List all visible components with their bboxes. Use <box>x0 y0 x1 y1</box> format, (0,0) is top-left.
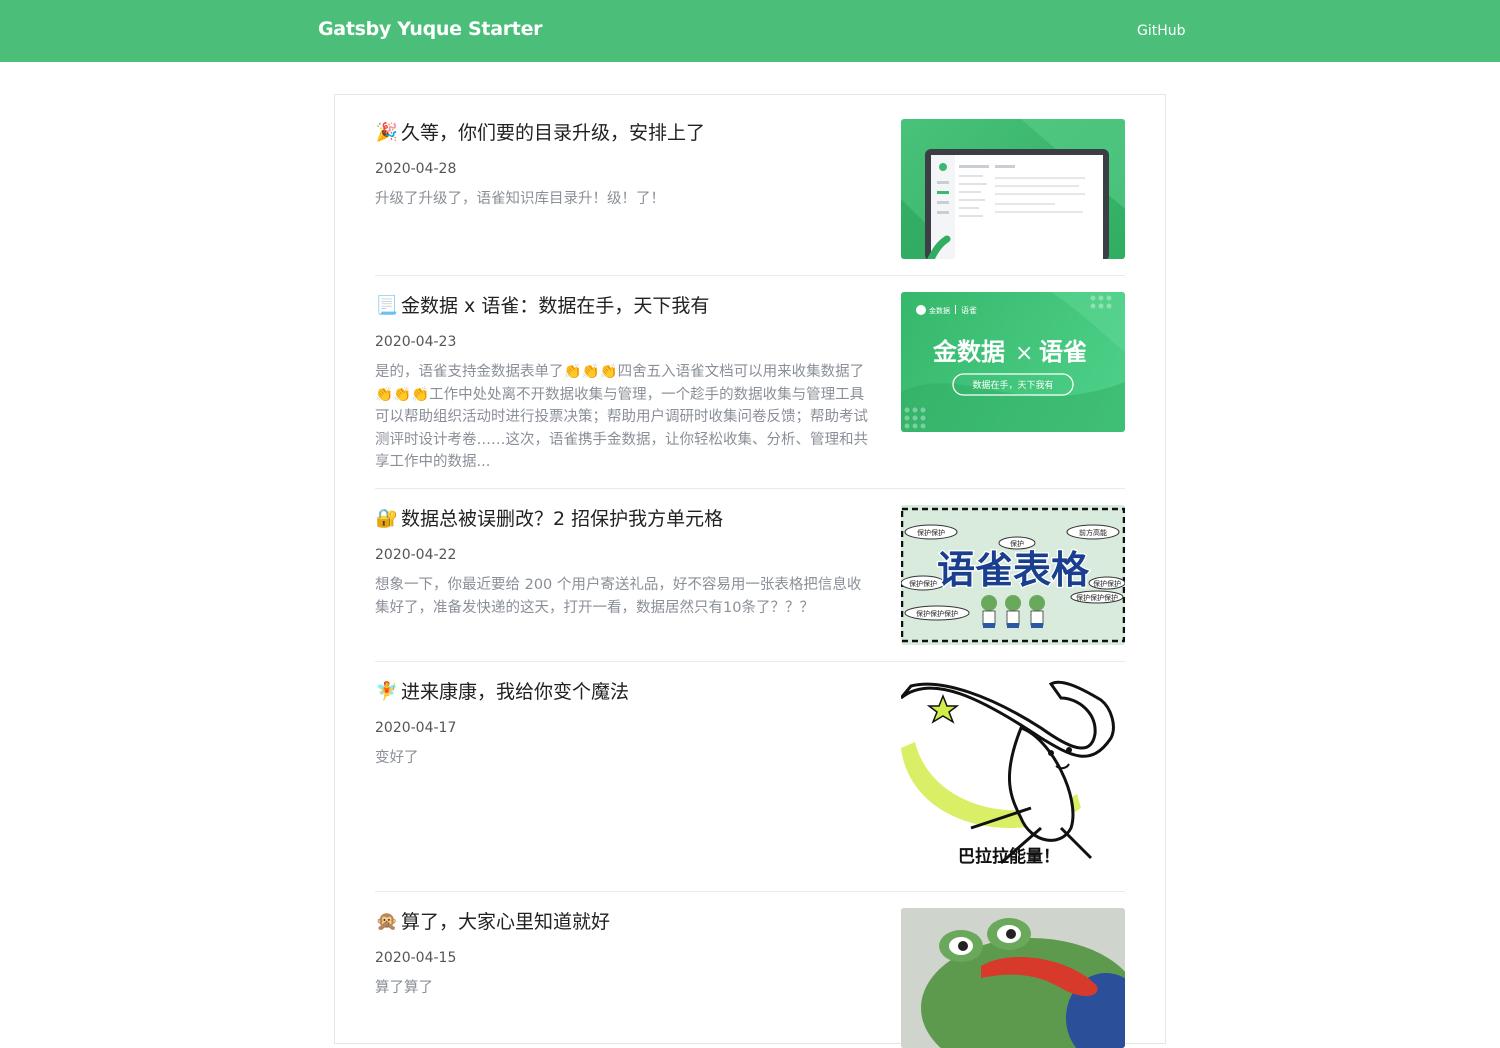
post-summary: 是的，语雀支持金数据表单了👏👏👏四舍五入语雀文档可以用来收集数据了👏👏👏工作中处… <box>375 364 868 470</box>
post-title[interactable]: 📃 金数据 x 语雀：数据在手，天下我有 <box>375 292 875 320</box>
post-title-text[interactable]: 算了，大家心里知道就好 <box>401 908 610 936</box>
post-summary: 算了算了 <box>375 980 433 996</box>
post-list-card: 🎉 久等，你们要的目录升级，安排上了 2020-04-28 升级了升级了，语雀知… <box>334 94 1166 1048</box>
banner-pill-text: 数据在手，天下我有 <box>972 379 1053 391</box>
post-summary: 变好了 <box>375 750 419 766</box>
banner-image: 金数据 语雀 金数据 × 语雀 数据在手，天下我有 <box>901 292 1125 432</box>
frog-figures <box>981 595 1045 628</box>
laptop-screenshot-image <box>901 119 1125 259</box>
post-thumbnail[interactable] <box>901 119 1125 259</box>
post-divider <box>375 488 1125 489</box>
banner-brand-left: 金数据 <box>929 306 950 315</box>
post-title-text[interactable]: 数据总被误删改？2 招保护我方单元格 <box>401 505 723 533</box>
post-date: 2020-04-15 <box>375 950 457 966</box>
top-navbar: Gatsby Yuque Starter GitHub <box>0 0 1500 62</box>
sheet-tag: 保护保护 <box>909 579 937 588</box>
post-date: 2020-04-22 <box>375 547 457 563</box>
post-title[interactable]: 🙊 算了，大家心里知道就好 <box>375 908 875 936</box>
post-text: 🙊 算了，大家心里知道就好 2020-04-15 算了算了 <box>375 908 875 1000</box>
post-title-text[interactable]: 进来康康，我给你变个魔法 <box>401 678 629 706</box>
post-title-text[interactable]: 久等，你们要的目录升级，安排上了 <box>401 119 705 147</box>
sheet-meme-image: 保护保护 保护 前方高能 保护保护 保护保护 保护保护保护 保护保护保护 语雀表… <box>901 507 1125 643</box>
speak-no-evil-monkey-icon: 🙊 <box>375 911 399 932</box>
rabbit-meme-caption: 巴拉拉能量！ <box>958 846 1060 867</box>
banner-title-x: × <box>1015 341 1033 366</box>
post-thumbnail[interactable]: 保护保护 保护 前方高能 保护保护 保护保护 保护保护保护 保护保护保护 语雀表… <box>901 505 1125 645</box>
banner-title-right: 语雀 <box>1039 338 1087 366</box>
site-brand-link[interactable]: Gatsby Yuque Starter <box>318 18 543 40</box>
post-divider <box>375 275 1125 276</box>
banner-title-left: 金数据 <box>932 338 1005 366</box>
post-thumbnail[interactable]: 金数据 语雀 金数据 × 语雀 数据在手，天下我有 <box>901 292 1125 432</box>
sheet-tag: 保护 <box>1010 539 1024 548</box>
post-title[interactable]: 🔐 数据总被误删改？2 招保护我方单元格 <box>375 505 875 533</box>
post-date: 2020-04-23 <box>375 334 457 350</box>
sheet-meme-title: 语雀表格 <box>937 548 1090 592</box>
post-divider <box>375 891 1125 892</box>
rabbit-meme-image: 巴拉拉能量！ <box>901 678 1125 875</box>
post-text: 🔐 数据总被误删改？2 招保护我方单元格 2020-04-22 想象一下，你最近… <box>375 505 875 619</box>
post-summary: 升级了升级了，语雀知识库目录升！级！了！ <box>375 191 665 207</box>
banner-brand-right: 语雀 <box>961 305 977 315</box>
post-title[interactable]: 🧚 进来康康，我给你变个魔法 <box>375 678 875 706</box>
sheet-tag: 前方高能 <box>1079 528 1107 537</box>
post-thumbnail[interactable]: 巴拉拉能量！ <box>901 678 1125 875</box>
post-divider <box>375 661 1125 662</box>
post-date: 2020-04-28 <box>375 161 457 177</box>
post-summary: 想象一下，你最近要给 200 个用户寄送礼品，好不容易用一张表格把信息收集好了，… <box>375 577 862 616</box>
post-thumbnail[interactable] <box>901 908 1125 1048</box>
fairy-icon: 🧚 <box>375 681 399 702</box>
page-document-icon: 📃 <box>375 295 399 316</box>
frog-photo-image <box>901 908 1125 1048</box>
sheet-tag: 保护保护 <box>1093 579 1121 588</box>
post-text: 📃 金数据 x 语雀：数据在手，天下我有 2020-04-23 是的，语雀支持金… <box>375 292 875 474</box>
post-date: 2020-04-17 <box>375 720 457 736</box>
post-title-text[interactable]: 金数据 x 语雀：数据在手，天下我有 <box>401 292 709 320</box>
github-link[interactable]: GitHub <box>1137 23 1186 39</box>
post-title[interactable]: 🎉 久等，你们要的目录升级，安排上了 <box>375 119 875 147</box>
lock-with-key-icon: 🔐 <box>375 508 399 529</box>
post-text: 🎉 久等，你们要的目录升级，安排上了 2020-04-28 升级了升级了，语雀知… <box>375 119 875 211</box>
party-popper-icon: 🎉 <box>375 122 399 143</box>
sheet-tag: 保护保护保护 <box>916 609 958 618</box>
sheet-tag: 保护保护保护 <box>1076 593 1118 602</box>
sheet-tag: 保护保护 <box>917 528 945 537</box>
post-text: 🧚 进来康康，我给你变个魔法 2020-04-17 变好了 <box>375 678 875 770</box>
